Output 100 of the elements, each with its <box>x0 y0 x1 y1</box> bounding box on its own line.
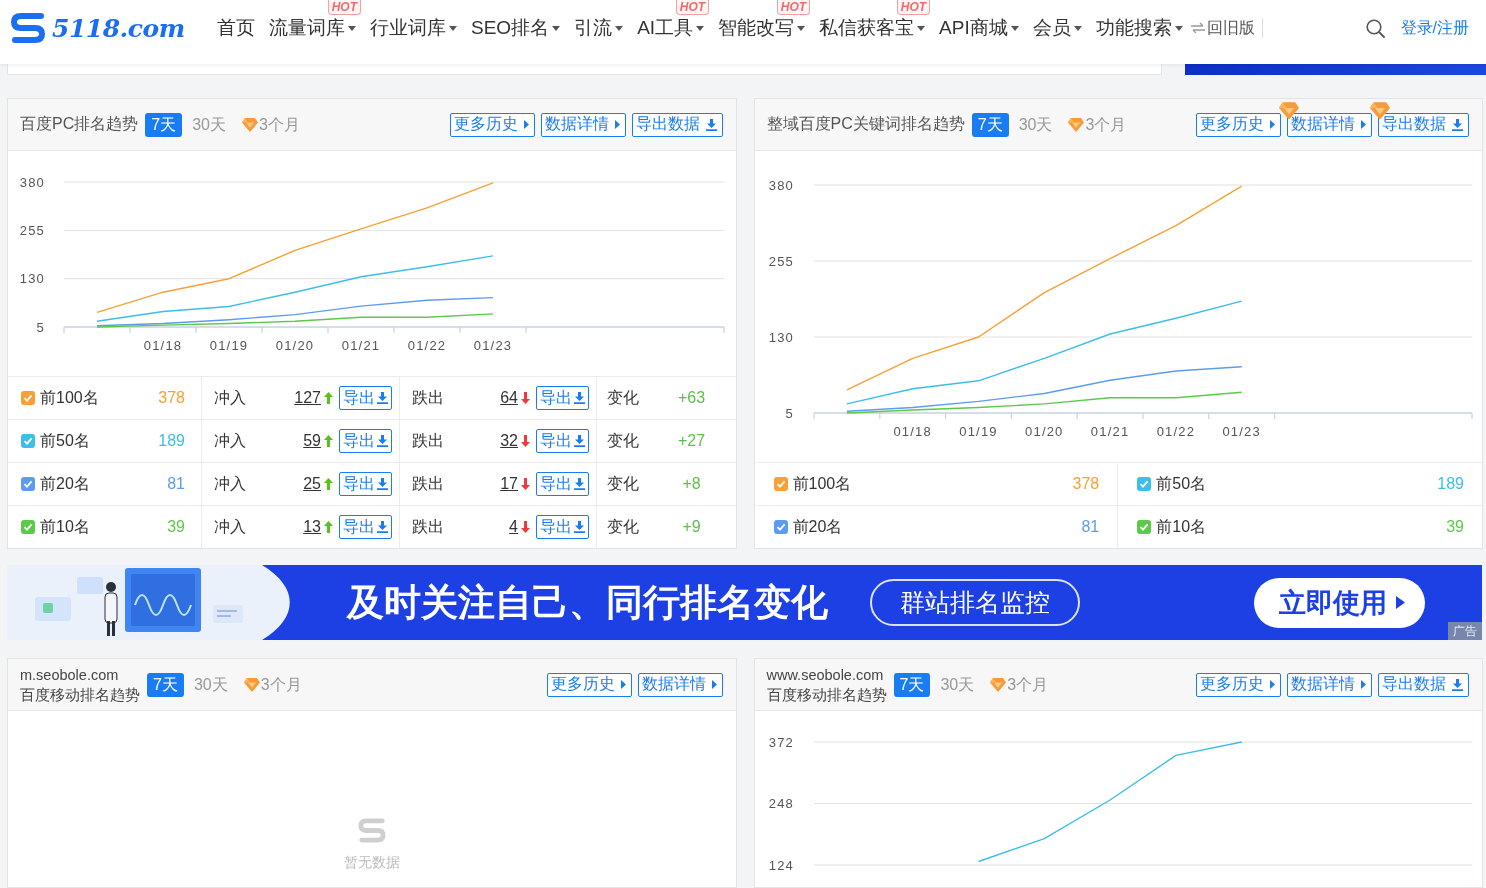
export-button[interactable]: 导出 <box>339 515 392 539</box>
checkbox[interactable] <box>1137 520 1152 534</box>
logo-text[interactable]: 5118.com <box>52 13 185 43</box>
change-value: +63 <box>676 389 707 407</box>
checkbox[interactable] <box>21 434 35 448</box>
dropped-label: 跌出 <box>412 516 444 537</box>
arrow-up-icon <box>324 478 333 490</box>
use-now-button[interactable]: 立即使用 <box>1254 577 1425 628</box>
logo-icon[interactable] <box>8 11 48 45</box>
checkbox[interactable] <box>21 391 35 405</box>
range-tab[interactable]: 30天 <box>187 672 234 697</box>
nav-menu-item[interactable]: 首页 <box>217 17 255 39</box>
export-button[interactable]: 导出 <box>536 472 589 496</box>
count-link[interactable]: 13 <box>303 518 321 536</box>
download-icon <box>1452 118 1463 131</box>
caret-right-icon <box>1270 120 1275 129</box>
export-button[interactable]: 导出 <box>536 515 589 539</box>
range-tab[interactable]: 7天 <box>893 672 931 697</box>
checkbox[interactable] <box>21 477 35 491</box>
toolbar-button[interactable]: 数据详情 <box>1287 112 1372 137</box>
count-link[interactable]: 32 <box>500 432 518 450</box>
toolbar-button[interactable]: 更多历史 <box>546 672 632 697</box>
old-version-link[interactable]: 回旧版 <box>1190 17 1255 39</box>
range-tab[interactable]: 3个月 <box>237 672 308 697</box>
count-link[interactable]: 4 <box>509 518 518 536</box>
toolbar-button[interactable]: 导出数据 <box>1378 672 1469 697</box>
axis-tick-label: 01/18 <box>143 338 183 353</box>
axis-tick-label: 01/18 <box>892 424 932 439</box>
hot-badge: HOT <box>776 0 811 15</box>
toolbar-button[interactable]: 更多历史 <box>449 112 535 137</box>
axis-tick-label: 01/20 <box>1024 424 1064 439</box>
nav-menu-item[interactable]: 智能改写 <box>718 17 806 39</box>
entered-label: 冲入 <box>214 430 246 451</box>
login-link[interactable]: 登录/注册 <box>1400 17 1469 39</box>
toolbar-button[interactable]: 更多历史 <box>1196 672 1281 697</box>
toolbar-button[interactable]: 数据详情 <box>540 112 626 137</box>
export-button[interactable]: 导出 <box>339 429 392 453</box>
checkbox[interactable] <box>773 520 788 534</box>
panel-title: 整域百度PC关键词排名趋势 <box>766 114 965 134</box>
count-link[interactable]: 64 <box>500 389 518 407</box>
range-tab[interactable]: 3个月 <box>235 112 306 137</box>
export-button[interactable]: 导出 <box>536 429 589 453</box>
caret-right-icon <box>523 120 529 129</box>
count-link[interactable]: 17 <box>500 475 518 493</box>
checkbox[interactable] <box>21 520 35 534</box>
axis-tick-label: 01/23 <box>1221 424 1261 439</box>
domain-text: m.seobole.com <box>20 665 120 685</box>
range-tab[interactable]: 7天 <box>147 672 184 697</box>
ad-banner[interactable]: 及时关注自己、同行排名变化 群站排名监控 立即使用 广告 <box>7 565 1482 640</box>
search-icon[interactable] <box>1365 18 1385 38</box>
rank-label: 前20名 <box>40 473 90 494</box>
nav-menu-item[interactable]: AI工具 <box>637 17 705 39</box>
toolbar-button[interactable]: 导出数据 <box>631 112 723 137</box>
toolbar-button[interactable]: 更多历史 <box>1196 112 1281 137</box>
rank-count: 39 <box>1446 518 1464 536</box>
range-tab[interactable]: 30天 <box>186 112 232 137</box>
range-tab[interactable]: 3个月 <box>984 672 1055 697</box>
count-link[interactable]: 127 <box>294 389 321 407</box>
nav-menu-item[interactable]: 流量词库 <box>269 17 356 39</box>
range-tab[interactable]: 30天 <box>1012 112 1059 137</box>
change-value: +8 <box>681 475 702 493</box>
change-label: 变化 <box>607 387 639 408</box>
axis-tick-label: 380 <box>768 177 794 193</box>
axis-tick-label: 01/21 <box>341 338 381 353</box>
nav-menu-item[interactable]: 行业词库 <box>370 17 457 39</box>
nav-menu-item[interactable]: 引流 <box>574 17 624 39</box>
export-button[interactable]: 导出 <box>339 472 392 496</box>
rank-label: 前50名 <box>40 430 90 451</box>
count-link[interactable]: 25 <box>303 475 321 493</box>
range-tab[interactable]: 30天 <box>934 672 981 697</box>
caret-right-icon <box>711 680 717 689</box>
nav-menu-item[interactable]: API商城 <box>939 17 1019 39</box>
rank-label: 前100名 <box>40 387 99 408</box>
rank-count: 189 <box>1437 475 1464 493</box>
axis-tick-label: 248 <box>768 796 794 811</box>
range-tab[interactable]: 3个月 <box>1062 112 1133 137</box>
range-tab[interactable]: 7天 <box>145 112 183 137</box>
swap-arrows-icon <box>1190 22 1205 34</box>
range-tab[interactable]: 7天 <box>971 112 1009 137</box>
change-value: +27 <box>676 432 707 450</box>
rank-count: 39 <box>167 518 185 536</box>
toolbar-button[interactable]: 数据详情 <box>637 672 723 697</box>
toolbar-button[interactable]: 导出数据 <box>1378 112 1469 137</box>
download-icon <box>377 478 388 490</box>
nav-menu-item[interactable]: SEO排名 <box>471 17 561 39</box>
checkbox[interactable] <box>773 477 788 491</box>
axis-tick-label: 5 <box>36 319 45 335</box>
nav-menu-item[interactable]: 会员 <box>1032 17 1082 39</box>
count-link[interactable]: 59 <box>303 432 321 450</box>
nav-menu-item[interactable]: 私信获客宝 <box>819 17 926 39</box>
nav-menu-item[interactable]: 功能搜索 <box>1095 17 1183 39</box>
checkbox[interactable] <box>1137 477 1152 491</box>
hot-badge: HOT <box>896 0 931 15</box>
toolbar-button[interactable]: 数据详情 <box>1287 672 1372 697</box>
export-button[interactable]: 导出 <box>536 386 589 410</box>
domain-text: www.seobole.com <box>766 665 885 685</box>
ad-label: 广告 <box>1448 622 1482 640</box>
ad-banner-placeholder[interactable] <box>1185 64 1486 75</box>
axis-tick-label: 01/21 <box>1090 424 1129 439</box>
export-button[interactable]: 导出 <box>339 386 392 410</box>
